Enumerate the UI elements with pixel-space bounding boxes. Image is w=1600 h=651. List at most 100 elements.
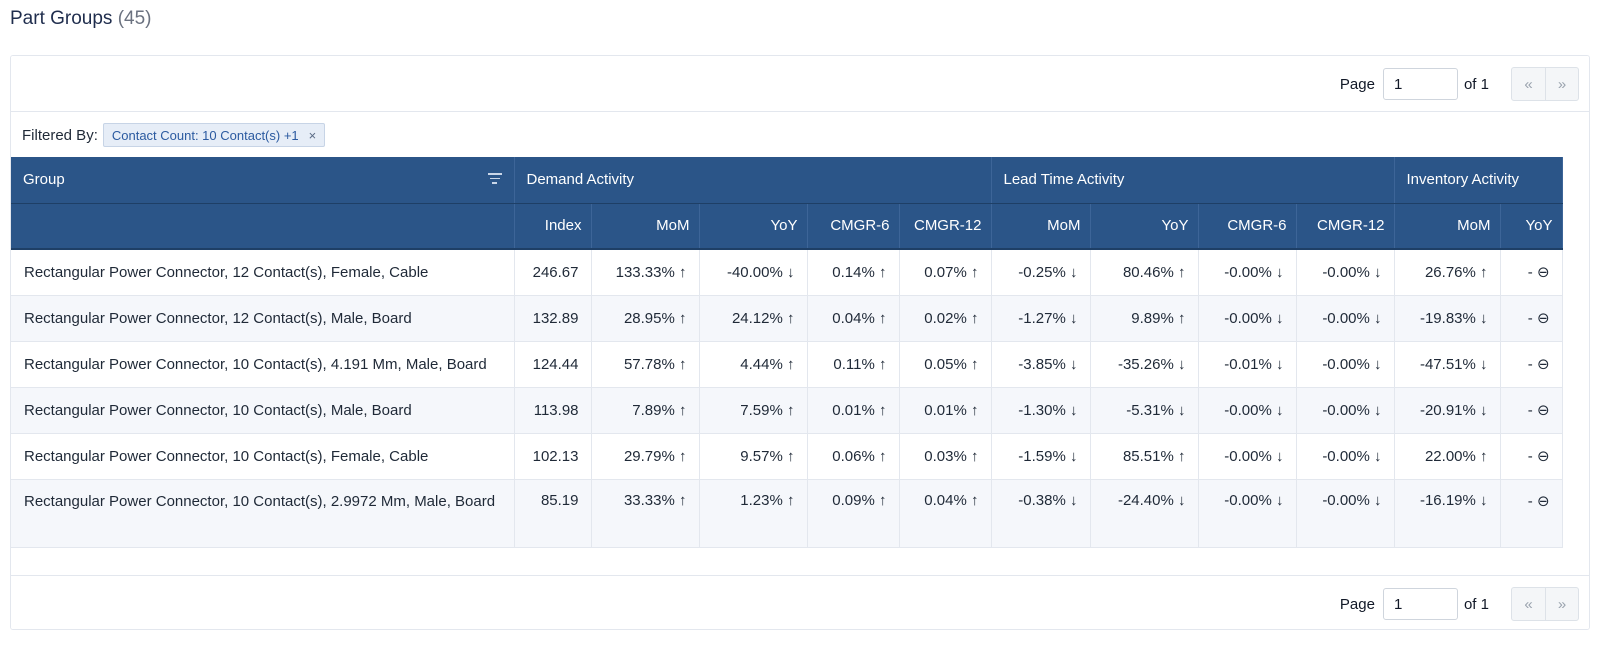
prev-page-button[interactable]: «	[1512, 588, 1545, 620]
group-name-cell[interactable]: Rectangular Power Connector, 10 Contact(…	[11, 341, 515, 388]
metric-cell: 0.09% ↑	[807, 479, 900, 548]
metric-cell: 0.06% ↑	[807, 433, 900, 480]
pagination-bottom: Page of 1 « »	[1340, 587, 1579, 621]
column-header[interactable]: MoM	[1394, 203, 1501, 250]
column-header[interactable]: YoY	[1090, 203, 1199, 250]
metric-cell: -0.00% ↓	[1198, 479, 1297, 548]
page-title-text: Part Groups	[10, 8, 113, 29]
metric-cell: -16.19% ↓	[1394, 479, 1501, 548]
sub-header-row: Index MoM YoY CMGR-6 CMGR-12 MoM YoY CMGR-6 CMGR…	[11, 203, 1563, 250]
metric-cell: - ⊖	[1500, 479, 1563, 548]
metric-cell: 22.00% ↑	[1394, 433, 1501, 480]
table-row[interactable]: Rectangular Power Connector, 10 Contact(…	[11, 387, 1563, 434]
metric-cell: - ⊖	[1500, 295, 1563, 342]
remove-filter-icon[interactable]: ×	[309, 128, 317, 143]
column-filter-icon[interactable]	[487, 173, 502, 185]
metric-cell: 85.19	[514, 479, 592, 548]
column-header[interactable]: YoY	[699, 203, 808, 250]
metric-cell: 124.44	[514, 341, 592, 388]
metric-cell: -0.00% ↓	[1198, 433, 1297, 480]
metric-cell: -24.40% ↓	[1090, 479, 1199, 548]
column-header[interactable]: CMGR-12	[899, 203, 992, 250]
metric-cell: -47.51% ↓	[1394, 341, 1501, 388]
pager-bottom: Page of 1 « »	[11, 575, 1589, 629]
metric-cell: -0.00% ↓	[1296, 433, 1395, 480]
next-page-button[interactable]: »	[1545, 588, 1578, 620]
pagination: Page of 1 « »	[1340, 67, 1579, 101]
group-name-cell[interactable]: Rectangular Power Connector, 10 Contact(…	[11, 387, 515, 434]
inventory-activity-header: Inventory Activity	[1394, 157, 1563, 204]
pager-top: Page of 1 « »	[11, 56, 1589, 112]
column-header[interactable]: CMGR-6	[1198, 203, 1297, 250]
page-input[interactable]	[1382, 588, 1458, 620]
metric-cell: -20.91% ↓	[1394, 387, 1501, 434]
metric-cell: 132.89	[514, 295, 592, 342]
next-page-button[interactable]: »	[1545, 68, 1578, 100]
table-row[interactable]: Rectangular Power Connector, 10 Contact(…	[11, 479, 1563, 548]
group-subheader	[11, 203, 515, 250]
page-nav: « »	[1511, 587, 1579, 621]
table-row[interactable]: Rectangular Power Connector, 12 Contact(…	[11, 295, 1563, 342]
table-body: Rectangular Power Connector, 12 Contact(…	[11, 249, 1563, 548]
metric-cell: 246.67	[514, 249, 592, 296]
prev-page-button[interactable]: «	[1512, 68, 1545, 100]
metric-cell: -1.27% ↓	[991, 295, 1091, 342]
group-name-cell[interactable]: Rectangular Power Connector, 10 Contact(…	[11, 433, 515, 480]
column-header[interactable]: MoM	[591, 203, 700, 250]
table-row[interactable]: Rectangular Power Connector, 12 Contact(…	[11, 249, 1563, 296]
metric-cell: 0.01% ↑	[899, 387, 992, 434]
column-header[interactable]: Index	[514, 203, 592, 250]
metric-cell: - ⊖	[1500, 433, 1563, 480]
metric-cell: 85.51% ↑	[1090, 433, 1199, 480]
metric-cell: 0.14% ↑	[807, 249, 900, 296]
metric-cell: -19.83% ↓	[1394, 295, 1501, 342]
metric-cell: -0.00% ↓	[1296, 295, 1395, 342]
column-header[interactable]: YoY	[1500, 203, 1563, 250]
metric-cell: -35.26% ↓	[1090, 341, 1199, 388]
metric-cell: -0.00% ↓	[1296, 341, 1395, 388]
metric-cell: -0.00% ↓	[1296, 479, 1395, 548]
metric-cell: 133.33% ↑	[591, 249, 700, 296]
page-total: of 1	[1463, 595, 1489, 613]
page-label: Page	[1339, 75, 1375, 93]
metric-cell: -1.30% ↓	[991, 387, 1091, 434]
column-header[interactable]: CMGR-12	[1296, 203, 1395, 250]
metric-cell: - ⊖	[1500, 341, 1563, 388]
table-row[interactable]: Rectangular Power Connector, 10 Contact(…	[11, 433, 1563, 480]
metric-cell: -0.25% ↓	[991, 249, 1091, 296]
metric-cell: -0.38% ↓	[991, 479, 1091, 548]
metric-cell: 113.98	[514, 387, 592, 434]
metric-cell: 4.44% ↑	[699, 341, 808, 388]
metric-cell: 33.33% ↑	[591, 479, 700, 548]
group-name-cell[interactable]: Rectangular Power Connector, 12 Contact(…	[11, 295, 515, 342]
metric-cell: -0.01% ↓	[1198, 341, 1297, 388]
metric-cell: - ⊖	[1500, 387, 1563, 434]
page-total: of 1	[1463, 75, 1489, 93]
filter-chip[interactable]: Contact Count: 10 Contact(s) +1 ×	[102, 123, 326, 147]
table-row[interactable]: Rectangular Power Connector, 10 Contact(…	[11, 341, 1563, 388]
metric-cell: 7.59% ↑	[699, 387, 808, 434]
metric-cell: -0.00% ↓	[1198, 249, 1297, 296]
metric-cell: -40.00% ↓	[699, 249, 808, 296]
page-input[interactable]	[1382, 68, 1458, 100]
metric-cell: - ⊖	[1500, 249, 1563, 296]
group-name-cell[interactable]: Rectangular Power Connector, 12 Contact(…	[11, 249, 515, 296]
filter-chip-label: Contact Count: 10 Contact(s) +1	[111, 127, 299, 143]
table-container: Group Demand Activity Lead Time Activity…	[11, 157, 1589, 554]
metric-cell: 24.12% ↑	[699, 295, 808, 342]
metric-cell: -0.00% ↓	[1296, 387, 1395, 434]
column-header[interactable]: CMGR-6	[807, 203, 900, 250]
metric-cell: -5.31% ↓	[1090, 387, 1199, 434]
metric-cell: -0.00% ↓	[1296, 249, 1395, 296]
metric-cell: 0.11% ↑	[807, 341, 900, 388]
metric-cell: -0.00% ↓	[1198, 387, 1297, 434]
group-name-cell[interactable]: Rectangular Power Connector, 10 Contact(…	[11, 479, 515, 548]
metric-cell: 0.07% ↑	[899, 249, 992, 296]
metric-cell: 26.76% ↑	[1394, 249, 1501, 296]
metric-cell: 0.04% ↑	[807, 295, 900, 342]
group-column-header[interactable]: Group	[11, 157, 515, 204]
column-header[interactable]: MoM	[991, 203, 1091, 250]
metric-cell: 1.23% ↑	[699, 479, 808, 548]
page-label: Page	[1339, 595, 1375, 613]
metric-cell: -1.59% ↓	[991, 433, 1091, 480]
